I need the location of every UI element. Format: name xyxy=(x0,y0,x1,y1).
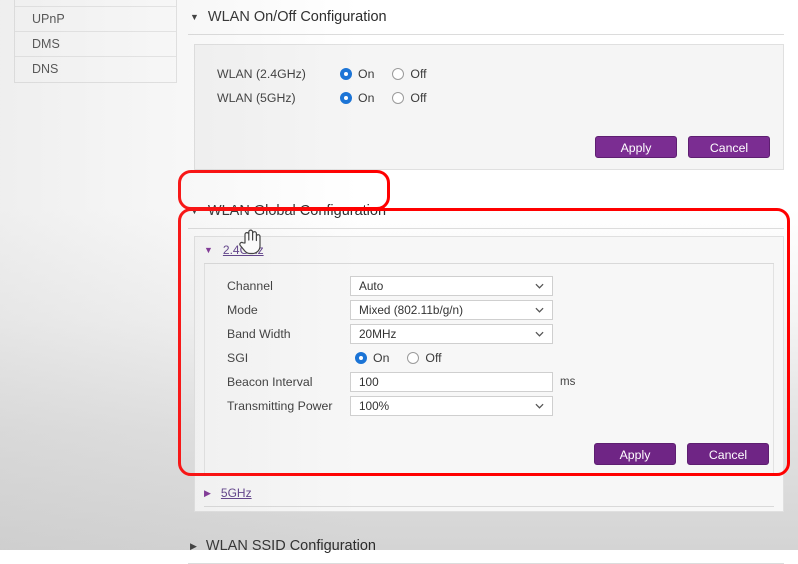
triangle-right-icon: ▶ xyxy=(204,489,211,498)
label-channel: Channel xyxy=(205,279,350,293)
row-transmitting-power: Transmitting Power 100% xyxy=(205,394,773,418)
cancel-button[interactable]: Cancel xyxy=(688,136,770,158)
radio-label-on: On xyxy=(358,91,374,105)
subsection-header-5ghz[interactable]: ▶ 5GHz xyxy=(195,480,783,506)
subsection-header-24ghz[interactable]: ▼ 2.4GHz xyxy=(195,237,783,263)
label-transmitting-power: Transmitting Power xyxy=(205,399,350,413)
sidebar-item-label: FTP xyxy=(32,0,56,1)
label-wlan-24ghz: WLAN (2.4GHz) xyxy=(195,67,340,81)
radio-group-wlan-5ghz: On Off xyxy=(340,91,427,105)
radio-option-off[interactable]: Off xyxy=(392,67,426,81)
label-sgi: SGI xyxy=(205,351,350,365)
label-wlan-5ghz: WLAN (5GHz) xyxy=(195,91,340,105)
radio-button-off[interactable] xyxy=(392,92,404,104)
row-wlan-24ghz: WLAN (2.4GHz) On Off xyxy=(195,62,783,86)
radio-option-on[interactable]: On xyxy=(340,67,374,81)
select-transmitting-power[interactable]: 100% xyxy=(350,396,553,416)
button-row-24ghz: Apply Cancel xyxy=(205,443,773,465)
section-divider xyxy=(188,228,784,229)
sidebar-item-label: DMS xyxy=(32,37,60,51)
select-band-width[interactable]: 20MHz xyxy=(350,324,553,344)
radio-label-on: On xyxy=(358,67,374,81)
triangle-down-icon: ▼ xyxy=(190,207,199,216)
subsection-divider xyxy=(204,506,774,507)
radio-option-off[interactable]: Off xyxy=(392,91,426,105)
radio-button-off[interactable] xyxy=(407,352,419,364)
triangle-down-icon: ▼ xyxy=(204,246,213,255)
panel-wlan-global: ▼ 2.4GHz Channel Auto Mode xyxy=(194,236,784,512)
input-beacon-interval-value: 100 xyxy=(359,375,379,389)
radio-button-off[interactable] xyxy=(392,68,404,80)
card-24ghz-settings: Channel Auto Mode Mixed (802.11b/g/n) xyxy=(204,264,774,474)
sidebar-item-label: DNS xyxy=(32,62,58,76)
row-wlan-5ghz: WLAN (5GHz) On Off xyxy=(195,86,783,110)
sidebar-item-dns[interactable]: DNS xyxy=(15,57,176,82)
chevron-down-icon xyxy=(535,282,544,291)
chevron-down-icon xyxy=(535,402,544,411)
page-background: FTP UPnP DMS DNS ▼ WLAN On/Off Configura… xyxy=(0,0,798,550)
chevron-down-icon xyxy=(535,306,544,315)
sidebar-item-dms[interactable]: DMS xyxy=(15,32,176,57)
section-title-wlan-onoff: WLAN On/Off Configuration xyxy=(208,9,387,25)
select-channel-value: Auto xyxy=(359,279,383,293)
row-band-width: Band Width 20MHz xyxy=(205,322,773,346)
triangle-right-icon: ▶ xyxy=(190,542,197,551)
panel-wlan-onoff: WLAN (2.4GHz) On Off WLAN (5GHz) xyxy=(194,44,784,170)
select-transmitting-power-value: 100% xyxy=(359,399,389,413)
radio-group-wlan-24ghz: On Off xyxy=(340,67,427,81)
select-mode[interactable]: Mixed (802.11b/g/n) xyxy=(350,300,553,320)
row-channel: Channel Auto xyxy=(205,274,773,298)
select-mode-value: Mixed (802.11b/g/n) xyxy=(359,303,463,317)
row-sgi: SGI On Off xyxy=(205,346,773,370)
row-mode: Mode Mixed (802.11b/g/n) xyxy=(205,298,773,322)
sidebar-item-upnp[interactable]: UPnP xyxy=(15,7,176,32)
label-mode: Mode xyxy=(205,303,350,317)
triangle-down-icon: ▼ xyxy=(190,13,199,22)
link-24ghz[interactable]: 2.4GHz xyxy=(223,243,264,257)
sidebar-item-ftp[interactable]: FTP xyxy=(15,0,176,7)
apply-button[interactable]: Apply xyxy=(594,443,676,465)
section-title-wlan-ssid: WLAN SSID Configuration xyxy=(206,538,376,554)
label-beacon-interval: Beacon Interval xyxy=(205,375,350,389)
section-divider xyxy=(188,34,784,35)
radio-button-on[interactable] xyxy=(340,68,352,80)
radio-label-off: Off xyxy=(425,351,441,365)
main-content: ▼ WLAN On/Off Configuration WLAN (2.4GHz… xyxy=(186,0,786,550)
link-5ghz[interactable]: 5GHz xyxy=(221,486,252,500)
radio-option-on[interactable]: On xyxy=(355,351,389,365)
radio-label-off: Off xyxy=(410,91,426,105)
section-title-wlan-global: WLAN Global Configuration xyxy=(208,203,386,219)
radio-option-off[interactable]: Off xyxy=(407,351,441,365)
button-row-wlan-onoff: Apply Cancel xyxy=(195,136,783,158)
cancel-button[interactable]: Cancel xyxy=(687,443,769,465)
sidebar-menu: FTP UPnP DMS DNS xyxy=(14,0,177,83)
radio-button-on[interactable] xyxy=(340,92,352,104)
input-beacon-interval[interactable]: 100 xyxy=(350,372,553,392)
chevron-down-icon xyxy=(535,330,544,339)
label-band-width: Band Width xyxy=(205,327,350,341)
section-header-wlan-global[interactable]: ▼ WLAN Global Configuration xyxy=(186,194,786,228)
section-header-wlan-onoff[interactable]: ▼ WLAN On/Off Configuration xyxy=(186,0,786,34)
radio-option-on[interactable]: On xyxy=(340,91,374,105)
apply-button[interactable]: Apply xyxy=(595,136,677,158)
radio-group-sgi: On Off xyxy=(350,351,442,365)
select-band-width-value: 20MHz xyxy=(359,327,396,341)
radio-label-on: On xyxy=(373,351,389,365)
sidebar-item-label: UPnP xyxy=(32,12,65,26)
radio-label-off: Off xyxy=(410,67,426,81)
radio-button-on[interactable] xyxy=(355,352,367,364)
unit-label-ms: ms xyxy=(560,376,575,388)
select-channel[interactable]: Auto xyxy=(350,276,553,296)
section-header-wlan-ssid[interactable]: ▶ WLAN SSID Configuration xyxy=(186,529,786,563)
row-beacon-interval: Beacon Interval 100 ms xyxy=(205,370,773,394)
